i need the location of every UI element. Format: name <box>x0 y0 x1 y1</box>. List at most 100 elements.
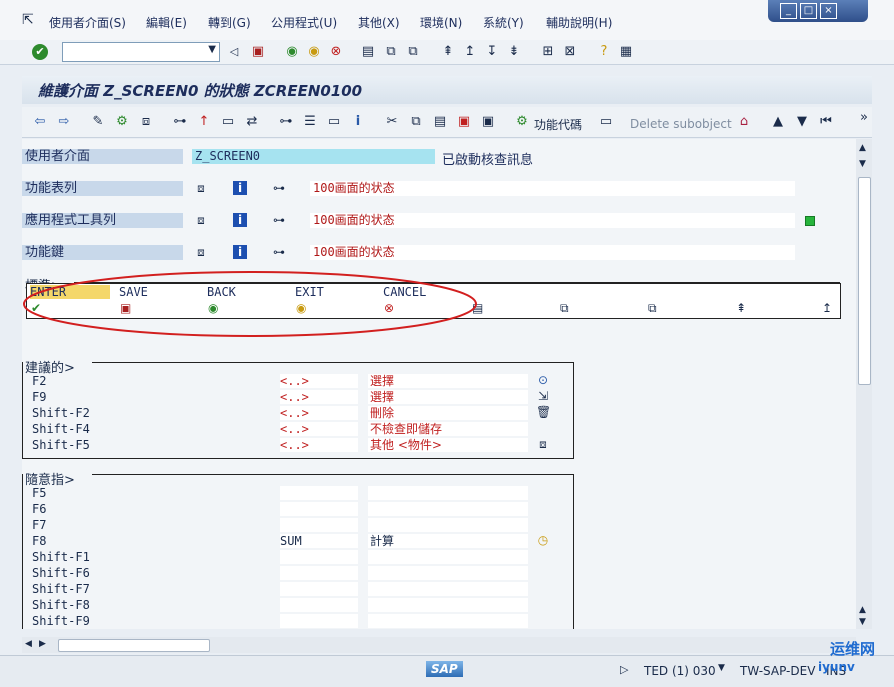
free-code-field[interactable] <box>280 566 358 580</box>
rec-text[interactable]: 選擇 <box>370 373 394 389</box>
arrow-left-icon[interactable]: ⇦ <box>32 114 48 130</box>
shortcut-icon[interactable]: ⊠ <box>562 44 578 60</box>
free-code-field[interactable] <box>280 550 358 564</box>
menu-environment[interactable]: 環境(N) <box>420 14 462 31</box>
rec-code[interactable]: <..> <box>280 373 309 389</box>
rec-code[interactable]: <..> <box>280 405 309 421</box>
first-page-icon[interactable]: ⇞ <box>440 44 456 60</box>
rec-text[interactable]: 其他 <物件> <box>370 437 442 453</box>
free-text-field[interactable] <box>368 502 528 516</box>
free-code-field[interactable] <box>280 598 358 612</box>
std-key-first-page-code[interactable] <box>735 285 818 299</box>
std-key-first-page[interactable]: ⇞ <box>732 283 821 319</box>
menu-other[interactable]: 其他(X) <box>358 14 400 31</box>
menu-edit[interactable]: 編輯(E) <box>146 14 187 31</box>
copy-icon[interactable]: ⧉ <box>408 114 424 130</box>
function-keys-text[interactable]: 100画面的状态 <box>310 245 795 260</box>
cancel-icon[interactable]: ⊗ <box>328 44 344 60</box>
scroll-thumb[interactable] <box>858 177 871 385</box>
menu-help[interactable]: 輔助說明(H) <box>546 14 612 31</box>
scroll-down-icon[interactable]: ▼ <box>859 617 866 627</box>
find-icon[interactable]: ⧉ <box>383 44 399 60</box>
back-icon[interactable]: ◉ <box>284 44 300 60</box>
maximize-button[interactable]: □ <box>800 3 817 19</box>
free-text-field[interactable] <box>368 566 528 580</box>
activate-icon[interactable]: ⧈ <box>138 114 154 130</box>
info-icon[interactable]: i <box>233 181 247 195</box>
menu-user-interface[interactable]: 使用者介面(S) <box>49 14 126 31</box>
hierarchy-icon[interactable]: ⊶ <box>272 213 286 227</box>
replace-icon[interactable]: ▣ <box>480 114 496 130</box>
print-icon[interactable]: ▤ <box>360 44 376 60</box>
trash-icon[interactable]: 🗑 <box>536 405 551 419</box>
change-icon[interactable]: ⧈ <box>194 181 208 195</box>
pointer-icon[interactable]: ⇲ <box>536 389 550 403</box>
scroll-up-icon[interactable]: ▲ <box>859 605 866 615</box>
window-icon[interactable]: ▭ <box>326 114 342 130</box>
tree-icon[interactable]: ⊶ <box>278 114 294 130</box>
menu-bar-text[interactable]: 100画面的状态 <box>310 181 795 196</box>
horizontal-scrollbar[interactable]: ◀ ▶ <box>22 637 856 653</box>
last-page-icon[interactable]: ⇟ <box>506 44 522 60</box>
std-key-find-next-code[interactable] <box>647 285 730 299</box>
rec-code[interactable]: <..> <box>280 437 309 453</box>
std-key-find-next[interactable]: ⧉ <box>644 283 733 319</box>
change-icon[interactable]: ⧈ <box>194 213 208 227</box>
enter-check-icon[interactable]: ✔ <box>32 44 48 60</box>
exit-icon[interactable]: ◉ <box>306 44 322 60</box>
free-code-field[interactable] <box>280 518 358 532</box>
free-text[interactable]: 計算 <box>370 533 394 549</box>
hat-icon[interactable]: ⌂ <box>736 114 752 130</box>
previous-page-icon[interactable]: ↥ <box>462 44 478 60</box>
hierarchy-icon[interactable]: ⊶ <box>172 114 188 130</box>
insert-icon[interactable]: ▣ <box>456 114 472 130</box>
hierarchy-icon[interactable]: ⊶ <box>272 181 286 195</box>
next-page-icon[interactable]: ↧ <box>484 44 500 60</box>
help-icon[interactable]: ? <box>596 44 612 60</box>
triangle-down-icon[interactable]: ▼ <box>794 114 810 130</box>
more-icon[interactable]: » <box>856 110 872 126</box>
close-button[interactable]: × <box>820 3 837 19</box>
rec-code[interactable]: <..> <box>280 389 309 405</box>
list-icon[interactable]: ☰ <box>302 114 318 130</box>
info-icon[interactable]: i <box>233 245 247 259</box>
scroll-down-icon[interactable]: ▼ <box>859 159 866 169</box>
info-icon[interactable]: i <box>350 114 366 130</box>
arrow-right-icon[interactable]: ⇨ <box>56 114 72 130</box>
free-code-field[interactable] <box>280 486 358 500</box>
triangle-right-icon[interactable]: ▷ <box>620 663 628 676</box>
free-text-field[interactable] <box>368 550 528 564</box>
layout-icon[interactable]: ▦ <box>618 44 634 60</box>
cut-icon[interactable]: ✂ <box>384 114 400 130</box>
command-field[interactable]: ▼ <box>62 42 220 62</box>
menu-goto[interactable]: 轉到(G) <box>208 14 251 31</box>
chevron-down-icon[interactable]: ▼ <box>208 44 216 55</box>
calculate-icon[interactable]: ◷ <box>536 533 550 547</box>
where-used-icon[interactable]: ↑ <box>196 114 212 130</box>
rec-text[interactable]: 不檢查即儲存 <box>370 421 442 437</box>
menu-icon[interactable]: ⇱ <box>22 12 34 28</box>
rec-text[interactable]: 選擇 <box>370 389 394 405</box>
minimize-button[interactable]: _ <box>780 3 797 19</box>
free-code-field[interactable] <box>280 614 358 628</box>
check-object-icon[interactable]: ⚙ <box>114 114 130 130</box>
paste-icon[interactable]: ▤ <box>432 114 448 130</box>
std-key-prev-page[interactable]: ↥ <box>820 283 841 319</box>
scroll-up-icon[interactable]: ▲ <box>859 143 866 153</box>
find-next-icon[interactable]: ⧉ <box>405 44 421 60</box>
vertical-scrollbar[interactable]: ▲ ▼ ▲ ▼ <box>856 139 872 629</box>
chevron-down-icon[interactable]: ▼ <box>718 663 725 673</box>
first-icon[interactable]: ⏮ <box>818 114 834 130</box>
save-icon[interactable]: ▣ <box>250 44 266 60</box>
free-code-field[interactable] <box>280 582 358 596</box>
rec-code[interactable]: <..> <box>280 421 309 437</box>
triangle-left-icon[interactable]: ◁ <box>226 44 242 60</box>
other-object-icon[interactable]: ⧈ <box>536 437 550 451</box>
free-text-field[interactable] <box>368 486 528 500</box>
std-key-prev-page-code[interactable] <box>823 285 838 299</box>
function-code-button[interactable]: 功能代碼 <box>534 116 582 133</box>
free-text-field[interactable] <box>368 582 528 596</box>
scroll-right-icon[interactable]: ▶ <box>39 639 46 649</box>
info-icon[interactable]: i <box>233 213 247 227</box>
scroll-thumb[interactable] <box>58 639 210 652</box>
